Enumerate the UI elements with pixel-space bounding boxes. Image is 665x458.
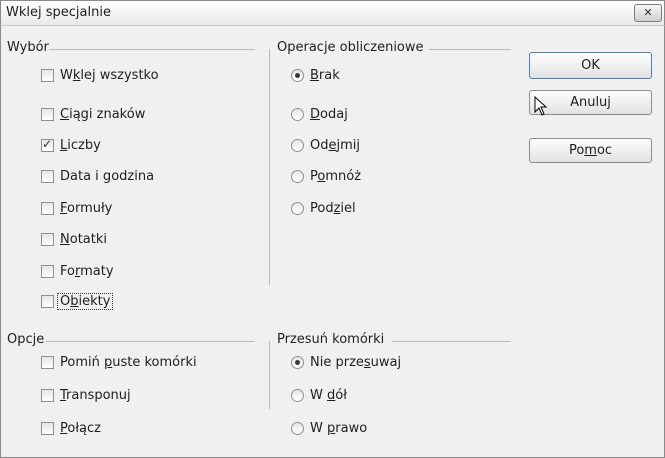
radio-label: Dodaj	[310, 106, 348, 122]
radio-dot[interactable]	[291, 169, 304, 183]
radio-label: Brak	[310, 67, 340, 83]
radio-label: Nie przesuwaj	[310, 354, 402, 370]
ok-button[interactable]: OK	[529, 52, 652, 79]
checkbox-box[interactable]	[41, 201, 54, 215]
checkbox-label: Pomiń puste komórki	[60, 354, 197, 370]
checkbox-formats[interactable]: Formaty	[41, 262, 114, 280]
checkbox-label: Notatki	[60, 231, 107, 247]
checkbox-box[interactable]	[41, 107, 54, 121]
radio-none[interactable]: Brak	[291, 66, 340, 84]
radio-dot[interactable]	[291, 68, 304, 82]
title-bar: Wklej specjalnie ✕	[0, 0, 665, 25]
radio-label: W prawo	[310, 420, 368, 436]
checkbox-formulas[interactable]: Formuły	[41, 199, 112, 217]
checkbox-label: Połącz	[60, 420, 101, 436]
radio-no-shift[interactable]: Nie przesuwaj	[291, 353, 401, 371]
options-group-divider	[46, 341, 255, 342]
radio-shift-down[interactable]: W dół	[291, 386, 347, 404]
checkbox-date-time[interactable]: Data i godzina	[41, 167, 154, 185]
checkbox-label: Formaty	[60, 263, 114, 279]
checkbox-box[interactable]	[41, 355, 54, 369]
radio-label: Pomnóż	[310, 168, 362, 184]
column-separator	[269, 49, 270, 285]
close-button[interactable]: ✕	[634, 4, 662, 22]
radio-divide[interactable]: Podziel	[291, 199, 356, 217]
help-button[interactable]: Pomoc	[529, 138, 652, 163]
checkbox-label: Data i godzina	[60, 168, 155, 184]
selection-group-divider	[49, 49, 255, 50]
checkbox-strings[interactable]: Ciągi znaków	[41, 105, 145, 123]
checkbox-label: Liczby	[60, 137, 101, 153]
checkbox-box[interactable]	[41, 388, 54, 402]
radio-label: W dół	[310, 387, 347, 403]
checkbox-numbers[interactable]: Liczby	[41, 136, 101, 154]
operations-group-divider	[429, 49, 511, 50]
checkbox-notes[interactable]: Notatki	[41, 230, 107, 248]
dialog-body: Wybór Wklej wszystko Ciągi znaków Liczby…	[0, 25, 665, 458]
radio-dot[interactable]	[291, 138, 304, 152]
checkbox-transpose[interactable]: Transponuj	[41, 386, 131, 404]
checkbox-label: Formuły	[60, 200, 113, 216]
column-separator	[269, 341, 270, 409]
options-group-title: Opcje	[7, 332, 45, 347]
radio-shift-right[interactable]: W prawo	[291, 419, 367, 437]
checkbox-box[interactable]	[41, 68, 54, 82]
shift-group-divider	[392, 341, 511, 342]
radio-add[interactable]: Dodaj	[291, 105, 348, 123]
checkbox-link[interactable]: Połącz	[41, 419, 101, 437]
checkbox-box[interactable]	[41, 421, 54, 435]
radio-dot[interactable]	[291, 388, 304, 402]
checkbox-box[interactable]	[41, 294, 54, 308]
checkbox-label: Obiekty	[57, 292, 114, 310]
radio-dot[interactable]	[291, 201, 304, 215]
radio-subtract[interactable]: Odejmij	[291, 136, 360, 154]
radio-dot[interactable]	[291, 421, 304, 435]
checkbox-skip-empty-cells[interactable]: Pomiń puste komórki	[41, 353, 197, 371]
close-icon: ✕	[643, 6, 653, 19]
checkbox-box[interactable]	[41, 232, 54, 246]
checkbox-objects[interactable]: Obiekty	[41, 292, 114, 310]
checkbox-paste-all[interactable]: Wklej wszystko	[41, 66, 159, 84]
checkbox-label: Wklej wszystko	[60, 67, 159, 83]
selection-group-title: Wybór	[7, 40, 49, 55]
checkbox-box[interactable]	[41, 137, 54, 152]
radio-label: Podziel	[310, 200, 356, 216]
checkbox-label: Transponuj	[60, 387, 131, 403]
radio-label: Odejmij	[310, 137, 360, 153]
checkbox-box[interactable]	[41, 169, 54, 183]
window-title: Wklej specjalnie	[6, 5, 111, 20]
radio-dot[interactable]	[291, 355, 304, 369]
radio-multiply[interactable]: Pomnóż	[291, 167, 361, 185]
checkbox-label: Ciągi znaków	[60, 106, 146, 122]
radio-dot[interactable]	[291, 107, 304, 121]
mouse-cursor-icon	[534, 96, 548, 116]
shift-group-title: Przesuń komórki	[277, 332, 385, 347]
checkbox-box[interactable]	[41, 264, 54, 278]
operations-group-title: Operacje obliczeniowe	[277, 40, 424, 55]
